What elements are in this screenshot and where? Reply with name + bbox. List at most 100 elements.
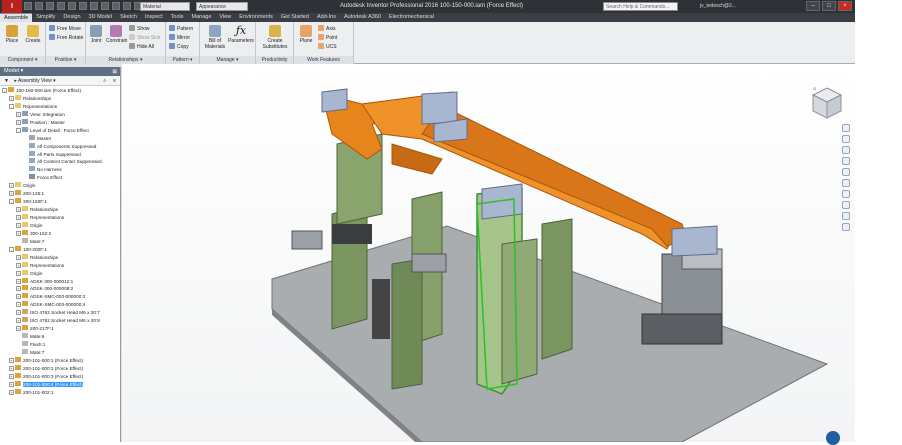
joint-button[interactable]: Joint [86,25,106,44]
tree-node[interactable]: - Level of Detail : Force Effect [0,126,120,135]
sketch-icon[interactable] [112,2,120,10]
search-input[interactable]: Search Help & Commands... [603,2,678,11]
point-button[interactable]: Point [318,34,337,42]
minimize-button[interactable]: – [806,1,820,11]
tree-node[interactable]: All Content Center Suppressed [0,158,120,166]
full-nav-wheel-icon[interactable] [842,124,850,132]
tab-design[interactable]: Design [59,13,84,22]
tab-view[interactable]: View [215,13,235,22]
zoom-all-icon[interactable] [842,223,850,231]
help-icon[interactable] [826,431,840,445]
color-swatch-icon[interactable] [101,2,109,10]
tree-node[interactable]: +200-101-000:4 (Force Effect) [0,380,120,389]
update-icon[interactable] [90,2,98,10]
look-at-icon[interactable] [842,179,850,187]
expand-toggle-icon[interactable]: + [9,373,14,379]
viewcube-icon[interactable]: ⌂ [809,84,845,124]
close-button[interactable]: × [838,1,852,11]
expand-toggle-icon[interactable]: + [16,318,21,324]
tree-node[interactable]: + ISO 4762 Socket Head M6 x 20:8 [0,317,120,325]
tab-sketch[interactable]: Sketch [116,13,141,22]
tab-3d-model[interactable]: 3D Model [85,13,117,22]
tab-environments[interactable]: Environments [235,13,277,22]
tree-node[interactable]: - 100-200F:1 [0,245,120,254]
tree-node[interactable]: - 100-150-000.iam (Force Effect) [0,87,120,95]
tree-node[interactable]: Master [0,134,120,143]
tab-assemble[interactable]: Assemble [0,13,33,22]
group-label[interactable]: Position ▾ [46,56,85,64]
tree-node[interactable]: Force Effect [0,174,120,182]
tab-autodesk-a360[interactable]: Autodesk A360 [340,13,385,22]
show-button[interactable]: Show [129,25,150,33]
view-select[interactable]: ▸ Assembly View ▾ [14,78,55,84]
tree-node[interactable]: +200-101-000:2 (Force Effect) [0,364,120,373]
pattern-button[interactable]: Pattern [169,25,193,33]
expand-toggle-icon[interactable]: + [16,326,21,332]
tree-node[interactable]: + ADSK-SMC-003-000000:4 [0,301,120,309]
tree-node[interactable]: + Relationships [0,206,120,214]
menu-icon[interactable]: ≡ [113,76,116,86]
expand-toggle-icon[interactable]: + [9,389,14,395]
tab-manage[interactable]: Manage [188,13,216,22]
tree-node[interactable]: + ADSK-300-000008:2 [0,285,120,293]
expand-toggle-icon[interactable]: + [16,270,21,276]
rewind-icon[interactable] [842,201,850,209]
expand-toggle-icon[interactable]: + [9,183,14,189]
expand-toggle-icon[interactable]: + [16,254,21,260]
free-move-button[interactable]: Free Move [49,25,81,33]
ucs-button[interactable]: UCS [318,43,337,51]
tree-node[interactable]: + Position : Master [0,118,120,127]
tab-get-started[interactable]: Get Started [277,13,313,22]
tree-node[interactable]: Mate:6 [0,333,120,341]
expand-toggle-icon[interactable]: + [16,222,21,228]
expand-toggle-icon[interactable]: + [9,365,14,371]
tree-node[interactable]: +200-125:1 [0,190,120,198]
undo-icon[interactable] [57,2,65,10]
bill-of-materials-button[interactable]: Bill of Materials [203,25,227,50]
tree-node[interactable]: All Components Suppressed [0,142,120,151]
tab-add-ins[interactable]: Add-Ins [313,13,340,22]
expand-toggle-icon[interactable]: + [16,111,21,117]
tree-node[interactable]: Mate:7 [0,348,120,357]
expand-toggle-icon[interactable]: + [9,381,14,387]
graphics-viewport[interactable]: ⌂ [122,64,855,442]
expand-toggle-icon[interactable]: + [16,119,21,125]
tree-node[interactable]: + Representations [0,261,120,270]
group-label[interactable]: Manage ▾ [200,56,255,64]
expand-toggle-icon[interactable]: + [9,357,14,363]
expand-toggle-icon[interactable]: + [16,230,21,236]
appearance-select[interactable]: Appearance [196,2,248,11]
group-label[interactable]: Productivity [256,56,293,64]
expand-toggle-icon[interactable]: - [16,127,21,133]
tree-node[interactable]: + Relationships [0,94,120,103]
nav-options-icon[interactable] [842,212,850,220]
group-label[interactable]: Pattern ▾ [166,56,199,64]
tree-node[interactable]: No Harness [0,166,120,174]
pan-icon[interactable] [842,135,850,143]
tree-node[interactable]: - Representations [0,102,120,111]
open-icon[interactable] [35,2,43,10]
create-button[interactable]: Create [23,25,43,44]
tree-node[interactable]: - 300-150F:1 [0,198,120,206]
expand-toggle-icon[interactable]: + [16,207,21,213]
assembly-model[interactable] [122,64,855,442]
group-label[interactable]: Component ▾ [0,56,45,64]
material-select[interactable]: Material [140,2,190,11]
orbit-icon[interactable] [842,168,850,176]
tree-node[interactable]: Mate:7 [0,237,120,246]
expand-toggle-icon[interactable]: - [2,88,7,93]
tree-node[interactable]: + Representations [0,214,120,222]
expand-toggle-icon[interactable]: + [9,191,14,197]
tab-tools[interactable]: Tools [167,13,188,22]
tree-node[interactable]: All Parts Suppressed [0,150,120,159]
select-mode-icon[interactable] [79,2,87,10]
zoom-window-icon[interactable] [842,157,850,165]
parameters-button[interactable]: ƒx Parameters [228,25,254,45]
tree-node[interactable]: +300-152:2 [0,229,120,238]
expand-toggle-icon[interactable]: - [9,199,14,205]
tree-node[interactable]: + ADSK-300-000012:1 [0,277,120,286]
redo-icon[interactable] [68,2,76,10]
app-logo[interactable]: I [2,0,22,13]
tree-node[interactable]: + Relationships [0,253,120,262]
group-label[interactable]: Work Features [294,56,353,64]
